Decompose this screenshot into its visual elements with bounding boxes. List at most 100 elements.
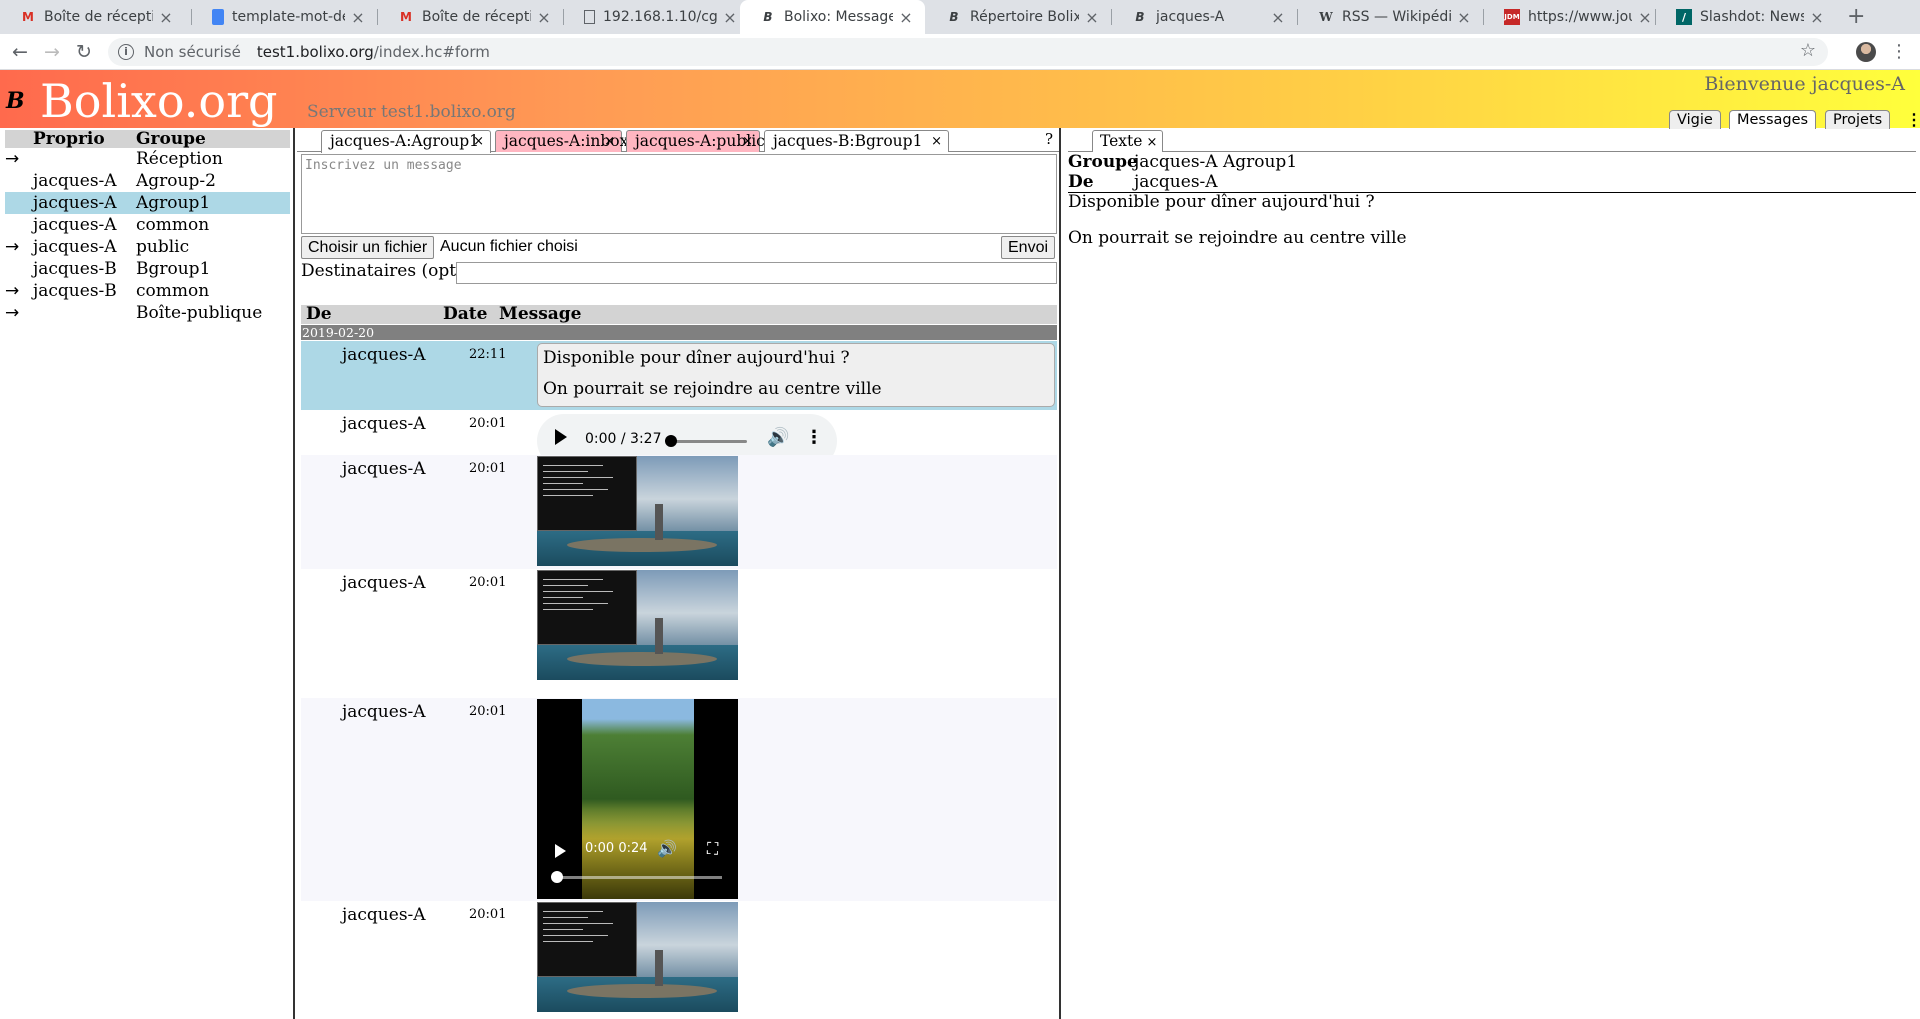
detail-body-line: On pourrait se rejoindre au centre ville <box>1068 228 1407 248</box>
close-icon[interactable]: × <box>1638 8 1652 27</box>
message-line: Disponible pour dîner aujourd'hui ? <box>543 348 850 368</box>
tab-conversation-public[interactable]: jacques-A:public × <box>626 130 765 152</box>
close-icon[interactable]: × <box>351 8 365 27</box>
tab-title: jacques-A <box>1156 9 1225 25</box>
send-button[interactable]: Envoi <box>1001 236 1056 259</box>
video-player[interactable]: 0:00 0:24 🔊 ⛶ <box>537 699 738 899</box>
close-icon[interactable]: × <box>537 8 551 27</box>
browser-tab-9[interactable]: / Slashdot: News fo × <box>1656 0 1836 34</box>
new-tab-button[interactable]: + <box>1847 0 1865 34</box>
info-icon[interactable]: i <box>118 44 134 60</box>
close-icon[interactable]: × <box>604 131 615 152</box>
close-icon[interactable]: × <box>931 131 942 152</box>
arrow-icon: → <box>5 303 20 323</box>
bolixo-logo-icon: B <box>6 88 25 114</box>
image-thumbnail[interactable] <box>537 570 738 680</box>
browser-tab-1[interactable]: template-mot-de- × <box>192 0 377 34</box>
browser-tab-7[interactable]: W RSS — Wikipédia × <box>1298 0 1483 34</box>
message-row[interactable]: jacques-A 20:01 <box>301 901 1057 1019</box>
address-bar[interactable]: i Non sécurisé test1.bolixo.org /index.h… <box>108 38 1828 66</box>
browser-tab-3[interactable]: 192.168.1.10/cgi-b × <box>564 0 749 34</box>
group-row[interactable]: → Boîte-publique <box>5 302 290 324</box>
close-icon[interactable]: × <box>1085 8 1099 27</box>
message-sender: jacques-A <box>342 702 426 722</box>
group-name[interactable]: public <box>136 236 290 258</box>
close-icon[interactable]: × <box>473 131 484 152</box>
tab-texte[interactable]: Texte × <box>1092 130 1164 152</box>
group-name[interactable]: Bgroup1 <box>136 258 290 280</box>
message-row-selected[interactable]: jacques-A 22:11 Disponible pour dîner au… <box>301 341 1057 410</box>
message-row[interactable]: jacques-A 20:01 0:00 / 3:27 🔊 ⋮ <box>301 410 1057 468</box>
group-row[interactable]: → Réception <box>5 148 290 170</box>
volume-icon[interactable]: 🔊 <box>657 839 677 858</box>
message-input[interactable] <box>301 154 1057 234</box>
group-row[interactable]: jacques-B Bgroup1 <box>5 258 290 280</box>
message-row[interactable]: jacques-A 20:01 0:00 0:24 🔊 ⛶ <box>301 698 1057 901</box>
browser-tab-4[interactable]: B Bolixo: Messages × <box>740 0 925 34</box>
site-title[interactable]: Bolixo.org <box>40 76 278 126</box>
group-name[interactable]: Boîte-publique <box>136 302 290 324</box>
group-name[interactable]: Agroup1 <box>136 192 290 214</box>
group-name[interactable]: common <box>136 280 290 302</box>
bookmark-star-icon[interactable]: ☆ <box>1800 40 1816 61</box>
profile-avatar[interactable] <box>1856 42 1876 62</box>
video-seek-track[interactable] <box>555 876 722 879</box>
more-options-icon[interactable]: ⋮ <box>805 427 823 448</box>
page-icon <box>584 10 595 24</box>
close-icon[interactable]: × <box>1271 8 1285 27</box>
close-icon[interactable]: × <box>1810 8 1824 27</box>
group-row[interactable]: → jacques-B common <box>5 280 290 302</box>
fullscreen-icon[interactable]: ⛶ <box>707 839 718 859</box>
browser-tab-8[interactable]: JDM https://www.journ × <box>1484 0 1664 34</box>
close-icon[interactable]: × <box>1457 8 1471 27</box>
close-icon[interactable]: × <box>723 8 737 27</box>
recipients-input[interactable] <box>456 262 1057 284</box>
tab-vigie[interactable]: Vigie <box>1669 110 1721 129</box>
browser-tab-0[interactable]: M Boîte de réception × <box>0 0 185 34</box>
message-row[interactable]: jacques-A 20:01 <box>301 455 1057 569</box>
tab-conversation-inbox[interactable]: jacques-A:inbox × <box>495 130 628 152</box>
detail-from-label: De <box>1068 172 1094 192</box>
close-icon[interactable]: × <box>1146 135 1157 150</box>
site-banner <box>0 70 1920 128</box>
browser-tab-2[interactable]: M Boîte de réception × <box>378 0 563 34</box>
message-sender: jacques-A <box>342 905 426 925</box>
tab-messages[interactable]: Messages <box>1729 110 1817 129</box>
group-row[interactable]: → jacques-A public <box>5 236 290 258</box>
group-name[interactable]: Réception <box>136 148 290 170</box>
group-row[interactable]: jacques-A Agroup-2 <box>5 170 290 192</box>
video-seek-handle[interactable] <box>551 871 563 883</box>
message-sender: jacques-A <box>342 345 426 365</box>
help-icon[interactable]: ? <box>1045 130 1053 148</box>
message-row[interactable]: jacques-A 20:01 <box>301 569 1057 683</box>
app-menu-icon[interactable]: ⋮ <box>1906 110 1920 129</box>
forward-button[interactable]: → <box>44 34 60 70</box>
browser-tab-5[interactable]: B Répertoire Bolixo × <box>926 0 1111 34</box>
image-thumbnail[interactable] <box>537 902 738 1012</box>
audio-seek-track[interactable] <box>669 440 747 443</box>
group-name[interactable]: Agroup-2 <box>136 170 290 192</box>
group-name[interactable]: common <box>136 214 290 236</box>
browser-menu-icon[interactable]: ⋮ <box>1890 34 1908 70</box>
image-thumbnail[interactable] <box>537 456 738 566</box>
group-owner <box>33 148 136 170</box>
play-icon[interactable] <box>555 844 566 858</box>
tab-conversation-bgroup1[interactable]: jacques-B:Bgroup1 × <box>764 130 949 152</box>
tab-conversation-agroup1[interactable]: jacques-A:Agroup1 × <box>321 130 491 153</box>
message-bubble[interactable]: Disponible pour dîner aujourd'hui ? On p… <box>537 343 1055 407</box>
choose-file-button[interactable]: Choisir un fichier <box>301 236 435 259</box>
reload-button[interactable]: ↻ <box>76 34 92 70</box>
group-row-selected[interactable]: jacques-A Agroup1 <box>5 192 290 214</box>
close-icon[interactable]: × <box>899 8 913 27</box>
close-icon[interactable]: × <box>159 8 173 27</box>
browser-tab-6[interactable]: B jacques-A × <box>1112 0 1297 34</box>
group-owner: jacques-B <box>33 281 117 301</box>
audio-seek-handle[interactable] <box>665 435 677 447</box>
tab-title: Répertoire Bolixo <box>970 9 1079 25</box>
back-button[interactable]: ← <box>12 34 28 70</box>
tab-projets[interactable]: Projets <box>1825 110 1891 129</box>
group-row[interactable]: jacques-A common <box>5 214 290 236</box>
close-icon[interactable]: × <box>742 131 753 152</box>
volume-icon[interactable]: 🔊 <box>767 427 789 448</box>
play-icon[interactable] <box>555 429 567 445</box>
